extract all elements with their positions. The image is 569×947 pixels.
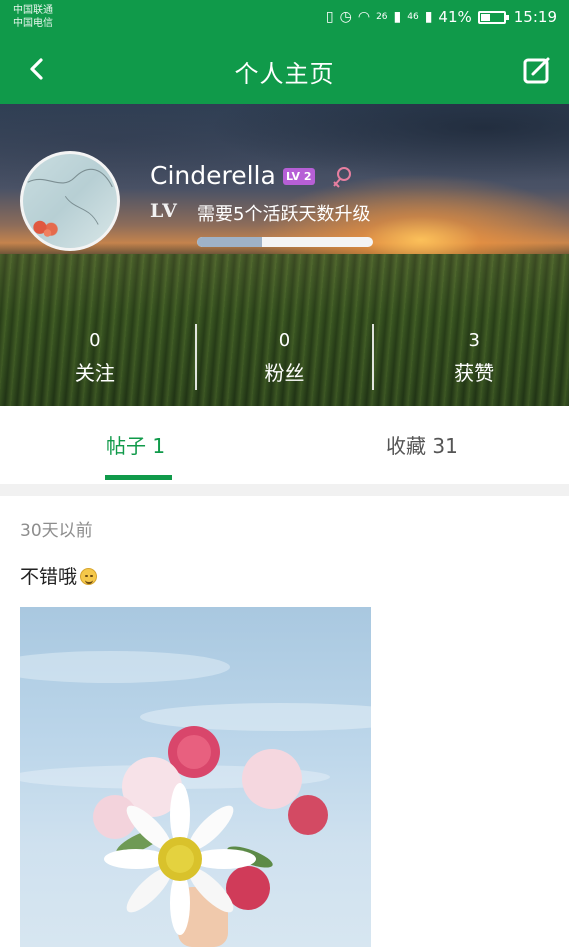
followers-count: 0 [278,330,291,351]
stats-row: 0 关注 0 粉丝 3 获赞 [0,328,569,394]
page-title: 个人主页 [234,60,335,88]
tab-favorites[interactable]: 收藏 31 [386,430,458,459]
signal-26-label: 26 [376,12,388,22]
flower-bouquet-image [20,651,371,947]
edit-profile-button[interactable] [521,54,553,86]
title-bar: 个人主页 [0,36,569,104]
following-count: 0 [89,330,101,351]
battery-percent: 41% [438,8,472,26]
edit-square-icon [523,55,553,84]
wifi-icon: ◠ [357,9,371,25]
carrier-2: 中国电信 [13,18,53,29]
carrier-1: 中国联通 [13,5,53,16]
likes-count: 3 [468,330,480,351]
smiling-face-icon [80,568,98,585]
post-body: 不错哦 [20,566,78,588]
stat-followers[interactable]: 0 粉丝 [190,328,380,394]
stat-likes[interactable]: 3 获赞 [379,328,569,394]
tab-posts[interactable]: 帖子 1 [106,430,165,459]
likes-label: 获赞 [454,361,495,385]
battery-icon [477,10,509,24]
signal-icon-2: ▮ [424,9,433,25]
avatar-image [27,168,113,237]
level-hint: 需要5个活跃天数升级 [197,204,371,225]
username: Cinderella [150,161,276,190]
level-badge: LV 2 [283,168,315,185]
profile-hero: Cinderella LV 2 LV 需要5个活跃天数升级 0 关注 0 粉丝 … [0,104,569,406]
signal-46-label: 46 [407,12,419,22]
female-icon [333,167,351,188]
status-indicators: ▯ ◷ ◠ 26 ▮ 46 ▮ 41% 15:19 [326,8,557,26]
followers-label: 粉丝 [264,361,305,385]
lv-mark: LV [150,200,178,222]
avatar[interactable] [20,151,120,251]
post-image[interactable] [20,607,371,947]
signal-icon: ▮ [393,9,402,25]
clock: 15:19 [513,8,557,26]
active-tab-indicator [105,475,172,480]
stat-following[interactable]: 0 关注 [0,328,190,394]
content-tabs: 帖子 1 收藏 31 [0,406,569,484]
stats-divider [372,324,374,390]
status-bar: 中国联通 中国电信 ▯ ◷ ◠ 26 ▮ 46 ▮ 41% 15:19 [0,0,569,36]
alarm-icon: ◷ [339,9,352,25]
stats-divider [195,324,197,390]
section-separator [0,484,569,496]
battery-fill [480,13,490,21]
vibrate-icon: ▯ [325,9,334,25]
post-time: 30天以前 [20,521,93,541]
following-label: 关注 [74,361,115,385]
carrier-names: 中国联通 中国电信 [13,4,53,30]
level-progress-fill [197,237,263,247]
post-text[interactable]: 不错哦 [20,562,98,589]
level-progress-bar [197,237,373,247]
